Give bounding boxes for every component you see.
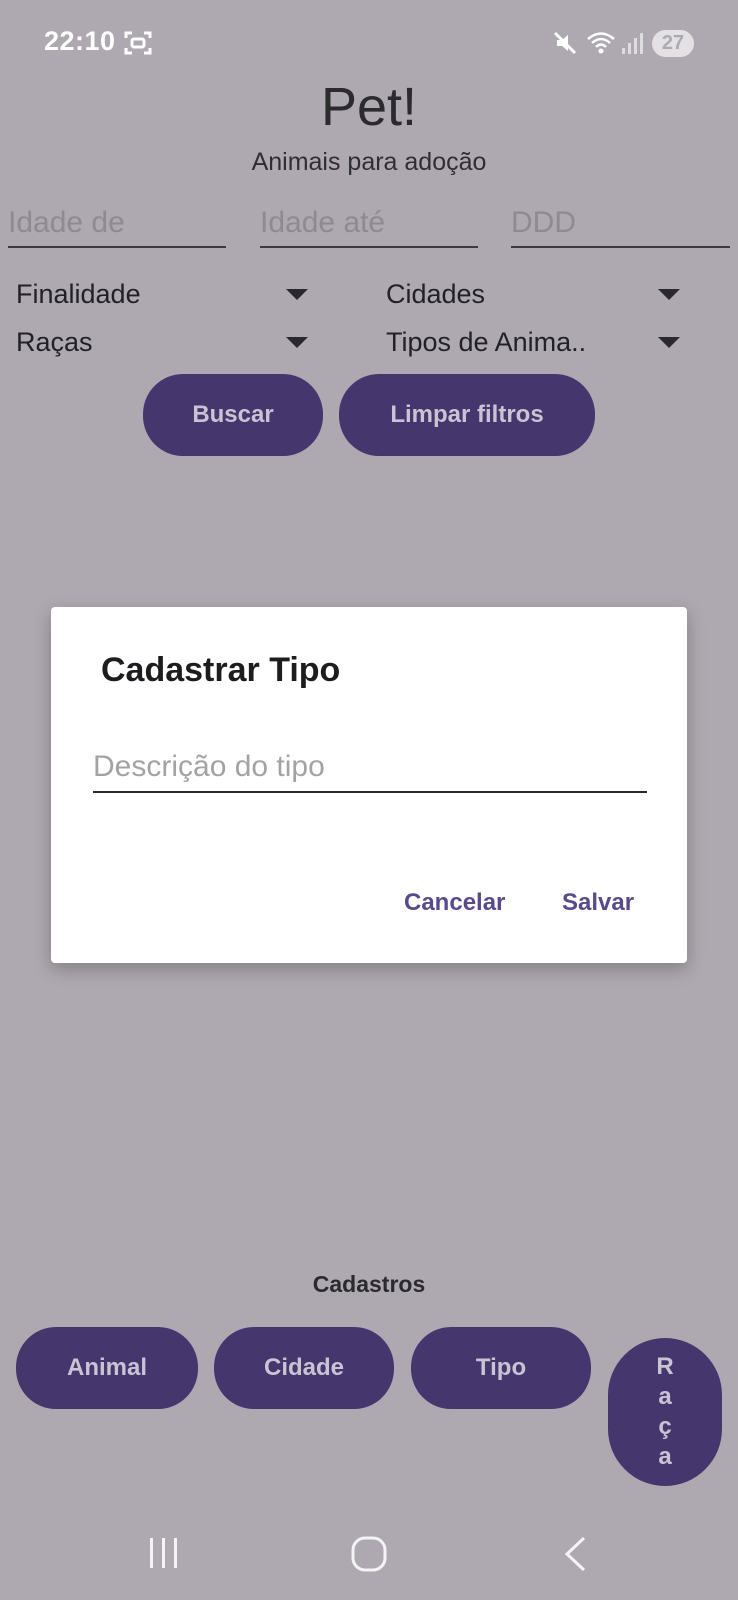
dropdown-arrow-icon (658, 336, 680, 348)
dropdown-arrow-icon (286, 336, 308, 348)
dialog-title: Cadastrar Tipo (101, 651, 341, 689)
register-city-button[interactable]: Cidade (214, 1327, 394, 1409)
dropdown-arrow-icon (658, 288, 680, 300)
app-title: Pet! (320, 77, 418, 137)
type-description-input[interactable] (93, 743, 647, 793)
save-button[interactable]: Salvar (562, 889, 634, 917)
tipos-dropdown-label: Tipos de Anima.. (386, 326, 587, 357)
screenshot-icon (124, 31, 152, 55)
signal-icon (622, 33, 643, 54)
register-type-dialog: Cadastrar Tipo Cancelar Salvar (51, 607, 687, 963)
battery-indicator: 27 (652, 30, 694, 57)
registrations-label: Cadastros (312, 1271, 426, 1297)
cidades-dropdown-label: Cidades (386, 278, 486, 309)
register-breed-button[interactable]: Raça (608, 1338, 722, 1486)
recent-apps-icon[interactable] (146, 1536, 182, 1570)
age-from-input[interactable] (8, 200, 226, 248)
home-icon[interactable] (351, 1536, 387, 1572)
search-button[interactable]: Buscar (143, 374, 323, 456)
status-time: 22:10 (44, 26, 116, 56)
app-subtitle: Animais para adoção (251, 148, 487, 176)
age-to-input[interactable] (260, 200, 478, 248)
tipos-dropdown[interactable]: Tipos de Anima.. (386, 322, 686, 362)
cidades-dropdown[interactable]: Cidades (386, 274, 686, 314)
register-animal-button[interactable]: Animal (16, 1327, 198, 1409)
racas-dropdown-label: Raças (16, 326, 93, 357)
finalidade-dropdown[interactable]: Finalidade (16, 274, 314, 314)
cancel-button[interactable]: Cancelar (404, 889, 505, 917)
register-breed-label: Raça (656, 1353, 674, 1470)
back-icon[interactable] (562, 1536, 590, 1572)
mute-icon (553, 31, 577, 55)
clear-filters-button[interactable]: Limpar filtros (339, 374, 595, 456)
register-type-button[interactable]: Tipo (411, 1327, 591, 1409)
ddd-input[interactable] (511, 200, 730, 248)
finalidade-dropdown-label: Finalidade (16, 278, 141, 309)
racas-dropdown[interactable]: Raças (16, 322, 314, 362)
wifi-icon (587, 32, 615, 54)
dropdown-arrow-icon (286, 288, 308, 300)
